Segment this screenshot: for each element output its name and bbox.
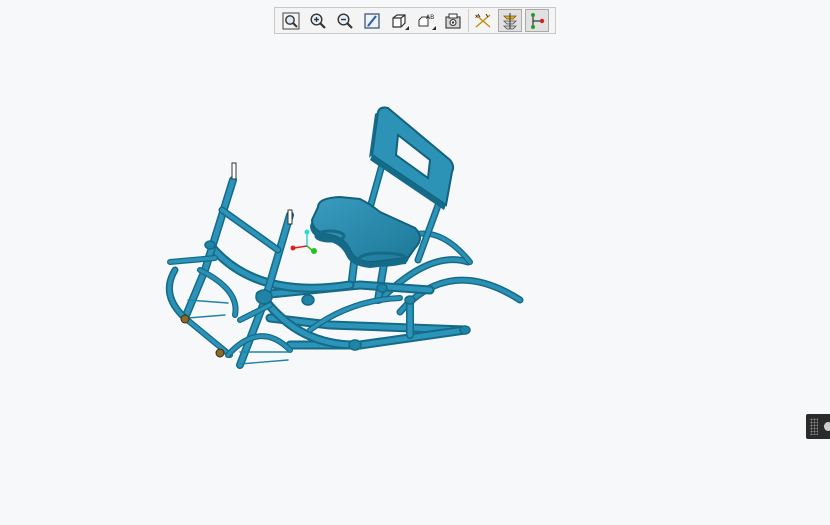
repaint-button[interactable]: [360, 9, 384, 32]
view-toolbar: AB x: [274, 7, 556, 34]
menu-arrow-icon: [432, 26, 436, 30]
datum-axes-icon: [503, 12, 517, 29]
grip-icon: [810, 418, 818, 435]
model-viewport[interactable]: [0, 40, 830, 525]
seat-model: [310, 195, 421, 268]
zoom-fit-button[interactable]: [279, 9, 303, 32]
display-style-button[interactable]: [387, 9, 411, 32]
side-panel-tab[interactable]: [806, 414, 830, 439]
menu-arrow-icon: [405, 26, 409, 30]
zoom-in-button[interactable]: [306, 9, 330, 32]
datum-axes-button[interactable]: [498, 9, 522, 32]
view-manager-button[interactable]: [441, 9, 465, 32]
datum-points-button[interactable]: [525, 9, 549, 32]
zoom-fit-icon: [282, 12, 300, 29]
orientation-label: AB: [426, 14, 434, 21]
zoom-in-icon: [310, 12, 326, 29]
svg-text:x: x: [475, 14, 478, 20]
toolbar-separator: [468, 9, 469, 32]
bicycle-frame-model[interactable]: [0, 40, 830, 525]
zoom-out-icon: [337, 12, 353, 29]
saved-orientations-button[interactable]: AB: [414, 9, 438, 32]
repaint-icon: [364, 12, 380, 29]
datum-planes-icon: x: [475, 13, 491, 27]
backrest-model: [369, 106, 455, 210]
datum-planes-button[interactable]: x: [471, 9, 495, 32]
view-manager-icon: [445, 13, 461, 29]
datum-points-icon: [531, 12, 545, 29]
panel-icon: [824, 422, 830, 431]
zoom-out-button[interactable]: [333, 9, 357, 32]
